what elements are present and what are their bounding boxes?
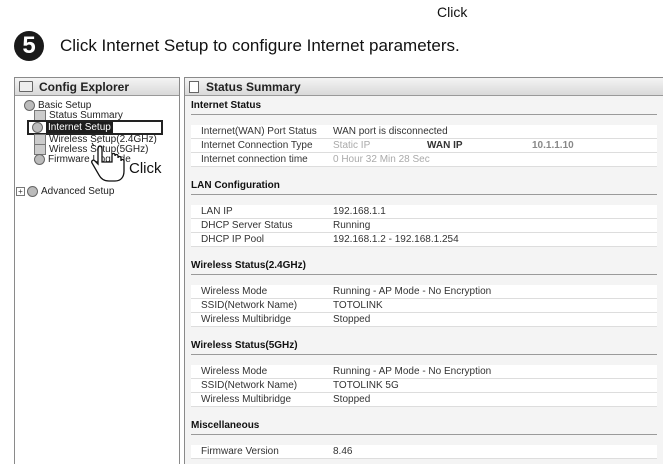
section-misc-title: Miscellaneous [191, 420, 260, 431]
connection-type-value: Static IP [333, 140, 371, 151]
wireless5-mode-label: Wireless Mode [201, 366, 268, 377]
hand-cursor-icon [91, 142, 125, 182]
firmware-icon [34, 154, 45, 165]
wireless5-mode-value: Running - AP Mode - No Encryption [333, 366, 492, 377]
tree-internet-setup-label: Internet Setup [46, 122, 113, 133]
section-internet-status-title: Internet Status [191, 100, 262, 111]
wan-ip-label: WAN IP [427, 140, 463, 151]
tree-advanced-setup-label: Advanced Setup [41, 186, 115, 197]
top-click-label: Click [437, 4, 468, 20]
tree-advanced-setup[interactable]: + Advanced Setup [16, 186, 114, 197]
section-divider [191, 274, 657, 275]
explorer-title: Config Explorer [39, 79, 130, 94]
row-wireless5-multibridge: Wireless Multibridge Stopped [191, 393, 657, 407]
wireless24-multibridge-value: Stopped [333, 314, 371, 325]
row-dhcp-pool: DHCP IP Pool 192.168.1.2 - 192.168.1.254 [191, 233, 657, 247]
config-explorer: Config Explorer Basic Setup Status Summa… [14, 77, 180, 464]
row-firmware-version: Firmware Version 8.46 [191, 445, 657, 459]
panel-title: Status Summary [206, 79, 301, 94]
tree-internet-setup[interactable]: Internet Setup [27, 120, 163, 135]
row-lan-ip: LAN IP 192.168.1.1 [191, 205, 657, 219]
dhcp-pool-value: 192.168.1.2 - 192.168.1.254 [333, 234, 459, 245]
status-summary-panel: Status Summary Internet Status Internet(… [184, 77, 663, 464]
dhcp-status-label: DHCP Server Status [201, 220, 293, 231]
row-wireless24-ssid: SSID(Network Name) TOTOLINK [191, 299, 657, 313]
instruction-text: Click Internet Setup to configure Intern… [60, 36, 460, 55]
connection-time-value: 0 Hour 32 Min 28 Sec [333, 154, 430, 165]
explorer-header: Config Explorer [15, 78, 179, 96]
row-wireless24-multibridge: Wireless Multibridge Stopped [191, 313, 657, 327]
instruction-row: 5 Click Internet Setup to configure Inte… [14, 30, 460, 62]
row-connection-type: Internet Connection Type Static IP WAN I… [191, 139, 657, 153]
connection-type-label: Internet Connection Type [201, 140, 313, 151]
row-wan-port-status: Internet(WAN) Port Status WAN port is di… [191, 125, 657, 139]
section-wireless5-title: Wireless Status(5GHz) [191, 340, 298, 351]
row-wireless5-mode: Wireless Mode Running - AP Mode - No Enc… [191, 365, 657, 379]
wan-port-status-label: Internet(WAN) Port Status [201, 126, 317, 137]
document-icon [189, 80, 199, 93]
section-divider [191, 114, 657, 115]
firmware-version-value: 8.46 [333, 446, 353, 457]
wireless24-ssid-value: TOTOLINK [333, 300, 383, 311]
row-connection-time: Internet connection time 0 Hour 32 Min 2… [191, 153, 657, 167]
connection-time-label: Internet connection time [201, 154, 308, 165]
section-lan-title: LAN Configuration [191, 180, 280, 191]
step-number-badge: 5 [14, 31, 44, 61]
wireless5-ssid-label: SSID(Network Name) [201, 380, 298, 391]
firmware-version-label: Firmware Version [201, 446, 279, 457]
row-wireless5-ssid: SSID(Network Name) TOTOLINK 5G [191, 379, 657, 393]
lan-ip-label: LAN IP [201, 206, 233, 217]
advanced-setup-icon [27, 186, 38, 197]
row-wireless24-mode: Wireless Mode Running - AP Mode - No Enc… [191, 285, 657, 299]
folder-icon [19, 81, 33, 92]
lan-ip-value: 192.168.1.1 [333, 206, 386, 217]
dhcp-status-value: Running [333, 220, 371, 231]
section-divider [191, 194, 657, 195]
wireless5-ssid-value: TOTOLINK 5G [333, 380, 399, 391]
dhcp-pool-label: DHCP IP Pool [201, 234, 264, 245]
expand-plus-icon[interactable]: + [16, 187, 25, 196]
row-dhcp-status: DHCP Server Status Running [191, 219, 657, 233]
hand-click-label: Click [129, 160, 162, 177]
wireless24-ssid-label: SSID(Network Name) [201, 300, 298, 311]
section-divider [191, 354, 657, 355]
wireless5-multibridge-label: Wireless Multibridge [201, 394, 292, 405]
wireless5-multibridge-value: Stopped [333, 394, 371, 405]
wan-ip-value: 10.1.1.10 [532, 140, 574, 151]
section-wireless24-title: Wireless Status(2.4GHz) [191, 260, 306, 271]
wan-port-status-value: WAN port is disconnected [333, 126, 448, 137]
section-divider [191, 434, 657, 435]
panel-header: Status Summary [185, 78, 663, 96]
globe-icon [32, 122, 43, 133]
wireless24-multibridge-label: Wireless Multibridge [201, 314, 292, 325]
wireless24-mode-label: Wireless Mode [201, 286, 268, 297]
wireless24-mode-value: Running - AP Mode - No Encryption [333, 286, 492, 297]
